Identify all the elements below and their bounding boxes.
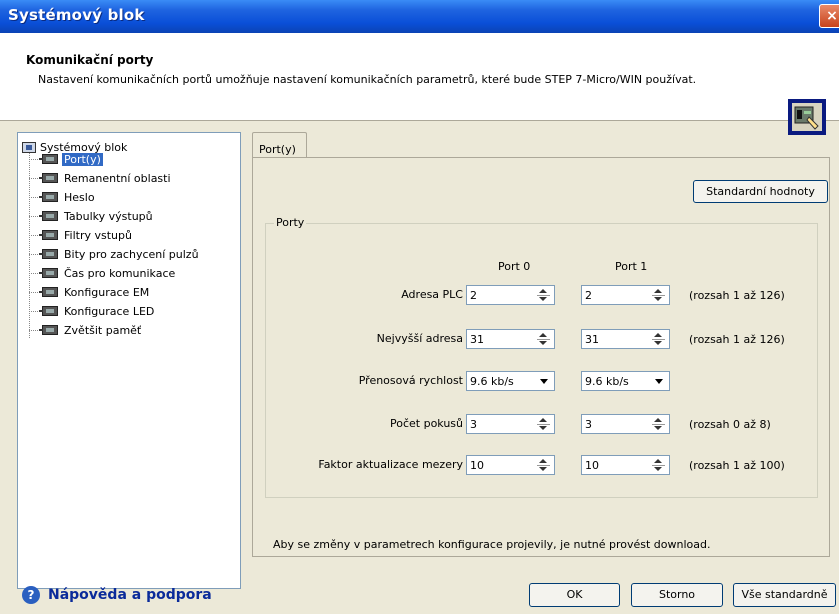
help-icon: ? — [22, 586, 40, 604]
tree-item-communication-time[interactable]: Čas pro komunikace — [29, 265, 177, 281]
ok-button[interactable]: OK — [529, 583, 620, 607]
dropdown-arrow-icon[interactable] — [537, 374, 552, 388]
highest-address-port0-stepper[interactable]: 31 — [466, 329, 555, 349]
header-panel: Komunikační porty Nastavení komunikačníc… — [0, 33, 839, 135]
gap-update-factor-label: Faktor aktualizace mezery — [318, 458, 463, 471]
tree-item-increase-memory[interactable]: Zvětšit paměť — [29, 322, 143, 338]
tree-item-label: Tabulky výstupů — [64, 209, 153, 223]
module-icon — [39, 154, 58, 164]
tree-item-label: Heslo — [64, 190, 95, 204]
spin-arrows-icon[interactable] — [651, 331, 667, 347]
module-icon — [39, 287, 58, 297]
download-note: Aby se změny v parametrech konfigurace p… — [273, 538, 711, 551]
module-icon — [39, 268, 58, 278]
spin-arrows-icon[interactable] — [536, 416, 552, 432]
tree-item-label: Filtry vstupů — [64, 228, 132, 242]
module-icon — [39, 173, 58, 183]
communication-icon — [788, 99, 826, 135]
settings-tree[interactable]: Systémový blok Port(y) Remanentní oblast… — [17, 132, 241, 589]
plc-address-range: (rozsah 1 až 126) — [689, 289, 785, 302]
help-link[interactable]: ? Nápověda a podpora — [22, 586, 212, 604]
plc-address-port0-stepper[interactable]: 2 — [466, 285, 555, 305]
port0-header: Port 0 — [498, 260, 531, 273]
highest-address-range: (rozsah 1 až 126) — [689, 333, 785, 346]
module-icon — [39, 230, 58, 240]
help-label: Nápověda a podpora — [48, 587, 212, 603]
gap-update-factor-port1-stepper[interactable]: 10 — [581, 455, 670, 475]
tree-item-label: Bity pro zachycení pulzů — [64, 247, 199, 261]
baud-rate-label: Přenosová rychlost — [358, 374, 463, 387]
spin-arrows-icon[interactable] — [651, 416, 667, 432]
gap-update-factor-port0-stepper[interactable]: 10 — [466, 455, 555, 475]
spin-arrows-icon[interactable] — [536, 457, 552, 473]
tree-item-input-filters[interactable]: Filtry vstupů — [29, 227, 134, 243]
dropdown-arrow-icon[interactable] — [652, 374, 667, 388]
defaults-button[interactable]: Standardní hodnoty — [693, 180, 828, 203]
tree-item-pulse-catch-bits[interactable]: Bity pro zachycení pulzů — [29, 246, 201, 262]
retry-count-port1-stepper[interactable]: 3 — [581, 414, 670, 434]
tree-item-label: Čas pro komunikace — [64, 266, 176, 280]
retry-count-range: (rozsah 0 až 8) — [689, 418, 771, 431]
section-title: Komunikační porty — [26, 53, 154, 67]
tree-item-ports[interactable]: Port(y) — [29, 151, 103, 167]
ports-tab-panel: Standardní hodnoty Porty Port 0 Port 1 A… — [252, 157, 830, 557]
tree-item-label: Konfigurace EM — [64, 285, 150, 299]
port1-header: Port 1 — [615, 260, 648, 273]
plc-address-label: Adresa PLC — [401, 288, 463, 301]
spin-arrows-icon[interactable] — [651, 457, 667, 473]
gap-update-factor-range: (rozsah 1 až 100) — [689, 459, 785, 472]
module-icon — [39, 211, 58, 221]
module-icon — [39, 306, 58, 316]
title-bar[interactable]: Systémový blok × — [0, 0, 839, 33]
baud-rate-port1-select[interactable]: 9.6 kb/s — [581, 371, 670, 391]
tree-item-label: Konfigurace LED — [64, 304, 155, 318]
system-block-dialog: Systémový blok × Komunikační porty Nasta… — [0, 0, 839, 614]
cancel-button[interactable]: Storno — [631, 583, 723, 607]
tree-item-em-configuration[interactable]: Konfigurace EM — [29, 284, 151, 300]
section-description: Nastavení komunikačních portů umožňuje n… — [38, 73, 697, 86]
window-title: Systémový blok — [8, 6, 145, 24]
spin-arrows-icon[interactable] — [536, 331, 552, 347]
tree-item-label: Zvětšit paměť — [64, 323, 142, 337]
highest-address-port1-stepper[interactable]: 31 — [581, 329, 670, 349]
tree-item-led-configuration[interactable]: Konfigurace LED — [29, 303, 156, 319]
all-defaults-button[interactable]: Vše standardně — [733, 583, 836, 607]
module-icon — [39, 192, 58, 202]
tree-item-output-tables[interactable]: Tabulky výstupů — [29, 208, 155, 224]
tree-item-label: Port(y) — [62, 152, 103, 166]
module-icon — [39, 325, 58, 335]
close-button[interactable]: × — [819, 4, 839, 28]
tree-item-retentive-ranges[interactable]: Remanentní oblasti — [29, 170, 173, 186]
module-icon — [39, 249, 58, 259]
tab-ports[interactable]: Port(y) — [252, 132, 307, 158]
ports-group-label: Porty — [274, 216, 307, 229]
spin-arrows-icon[interactable] — [651, 287, 667, 303]
spin-arrows-icon[interactable] — [536, 287, 552, 303]
tree-item-password[interactable]: Heslo — [29, 189, 97, 205]
plc-address-port1-stepper[interactable]: 2 — [581, 285, 670, 305]
highest-address-label: Nejvyšší adresa — [376, 332, 463, 345]
retry-count-label: Počet pokusů — [389, 417, 463, 430]
baud-rate-port0-select[interactable]: 9.6 kb/s — [466, 371, 555, 391]
tree-item-label: Remanentní oblasti — [64, 171, 171, 185]
retry-count-port0-stepper[interactable]: 3 — [466, 414, 555, 434]
